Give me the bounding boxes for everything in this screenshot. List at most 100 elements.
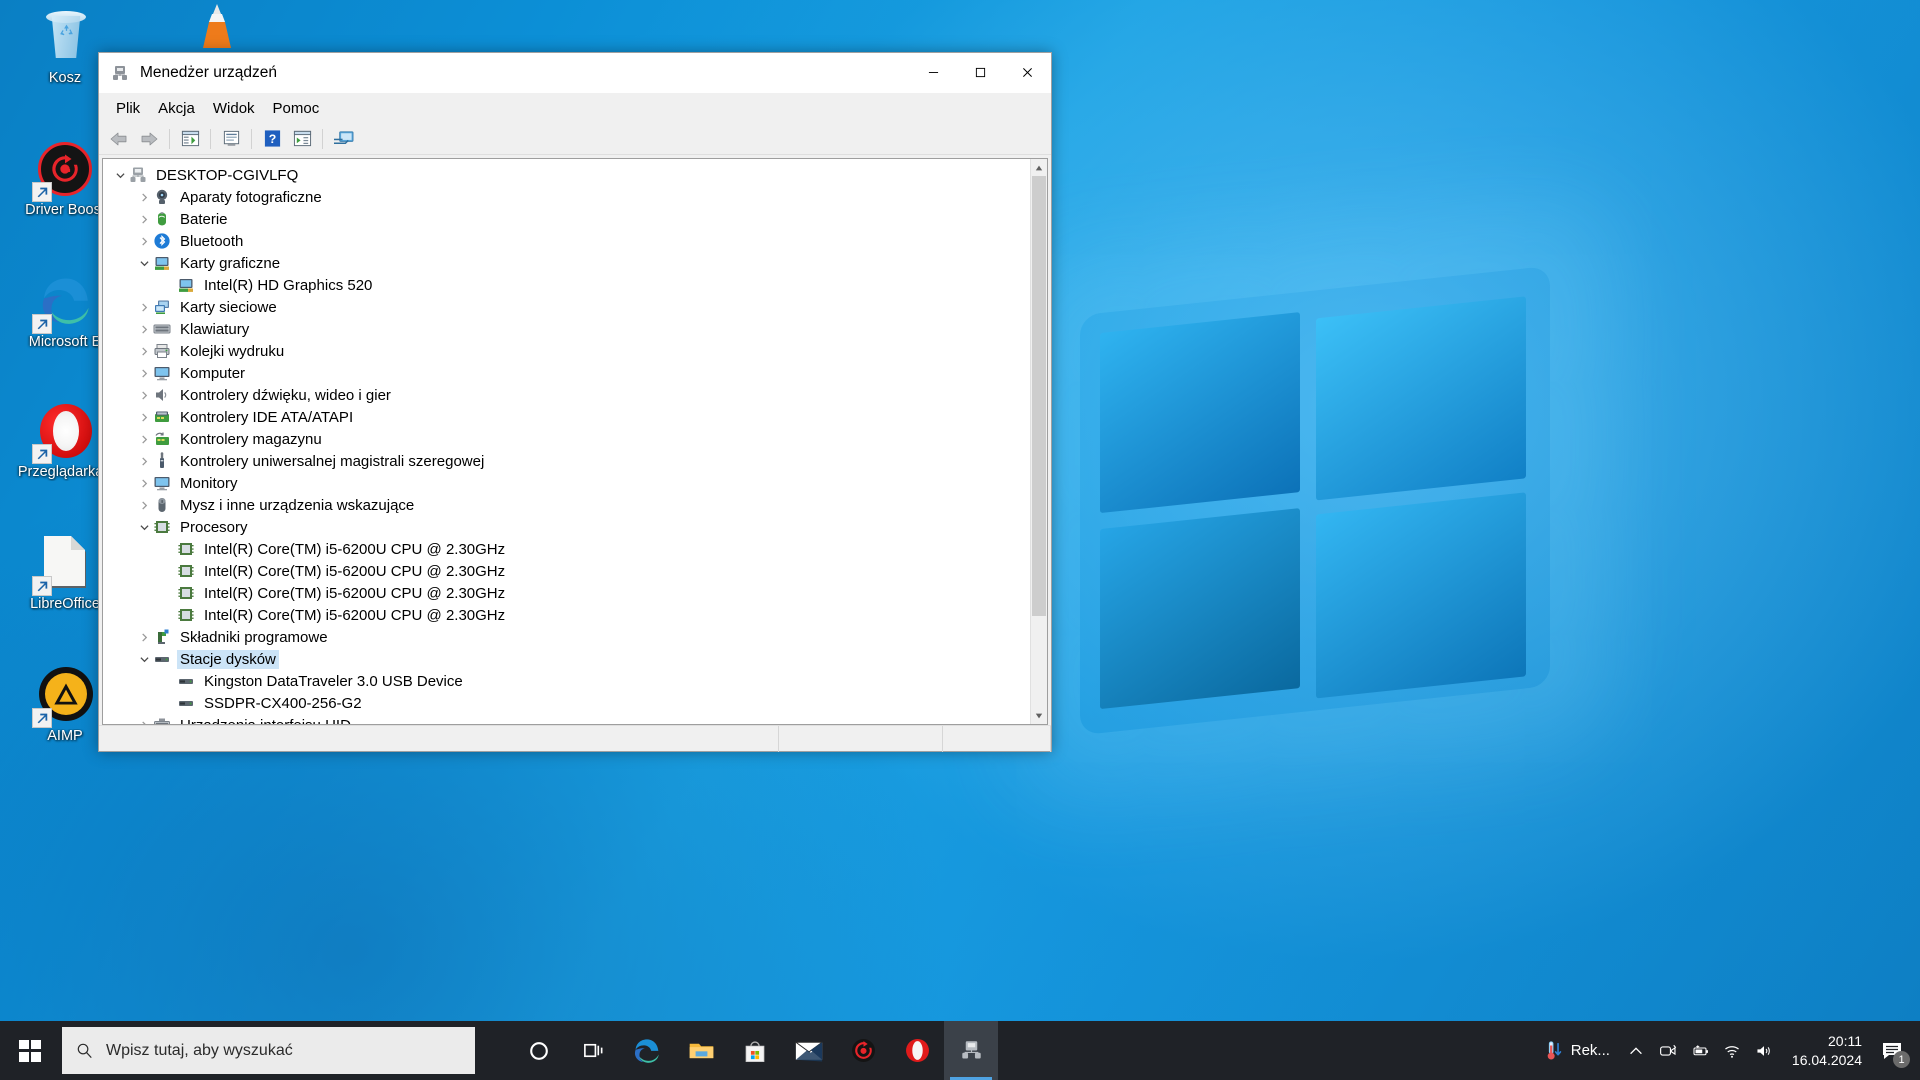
tree-item[interactable]: Klawiatury [111,318,1030,340]
microsoft-edge-icon [32,270,96,334]
chevron-right-icon[interactable] [135,452,153,470]
chevron-right-icon[interactable] [135,320,153,338]
tree-item[interactable]: Monitory [111,472,1030,494]
tree-item[interactable]: Kontrolery uniwersalnej magistrali szere… [111,450,1030,472]
maximize-button[interactable] [957,53,1004,93]
tree-item[interactable]: Intel(R) Core(TM) i5-6200U CPU @ 2.30GHz [111,582,1030,604]
device-tree[interactable]: DESKTOP-CGIVLFQ Aparaty fotograficzne Bate… [103,159,1030,724]
tree-item[interactable]: Intel(R) HD Graphics 520 [111,274,1030,296]
volume-tray-button[interactable] [1748,1021,1780,1080]
menu-item-plik[interactable]: Plik [107,96,149,121]
show-hidden-icons-button[interactable] [1620,1021,1652,1080]
tree-item[interactable]: Kontrolery IDE ATA/ATAPI [111,406,1030,428]
vertical-scrollbar[interactable] [1030,159,1047,724]
scroll-up-arrow[interactable] [1031,159,1047,176]
tree-item[interactable]: Intel(R) Core(TM) i5-6200U CPU @ 2.30GHz [111,560,1030,582]
taskbar-driver-booster[interactable] [836,1021,890,1080]
help-button[interactable]: ? [257,126,287,152]
taskbar-microsoft-edge[interactable] [620,1021,674,1080]
taskbar-file-explorer[interactable] [674,1021,728,1080]
chevron-down-icon[interactable] [135,254,153,272]
menu-item-akcja[interactable]: Akcja [149,96,204,121]
scrollbar-thumb[interactable] [1032,176,1046,616]
clock[interactable]: 20:11 16.04.2024 [1780,1021,1874,1080]
chevron-right-icon[interactable] [135,364,153,382]
tree-item-label: Procesory [180,518,248,536]
weather-widget[interactable]: Rek... [1528,1021,1620,1080]
keyboard-icon [153,320,171,338]
search-input[interactable]: Wpisz tutaj, aby wyszukać [62,1027,475,1074]
tree-item[interactable]: Aparaty fotograficzne [111,186,1030,208]
tree-item[interactable]: Baterie [111,208,1030,230]
update-driver-button[interactable] [287,126,317,152]
chevron-right-icon[interactable] [135,188,153,206]
tree-item[interactable]: Kingston DataTraveler 3.0 USB Device [111,670,1030,692]
action-center-button[interactable]: 1 [1874,1021,1916,1080]
menu-item-widok[interactable]: Widok [204,96,264,121]
chevron-right-icon[interactable] [135,342,153,360]
taskbar-task-view[interactable] [566,1021,620,1080]
chevron-right-icon[interactable] [135,496,153,514]
close-button[interactable] [1004,53,1051,93]
taskbar-mail[interactable] [782,1021,836,1080]
show-hide-console-tree-button[interactable] [175,126,205,152]
processor-icon [177,562,195,580]
tree-item[interactable]: Składniki programowe [111,626,1030,648]
chevron-right-icon[interactable] [135,430,153,448]
start-button[interactable] [0,1021,60,1080]
tree-item[interactable]: Kolejki wydruku [111,340,1030,362]
chevron-down-icon[interactable] [135,650,153,668]
tree-item[interactable]: Mysz i inne urządzenia wskazujące [111,494,1030,516]
chevron-right-icon[interactable] [135,474,153,492]
speaker-icon [153,386,171,404]
scrollbar-track[interactable] [1031,176,1047,707]
chevron-down-icon[interactable] [135,518,153,536]
tree-item[interactable]: Intel(R) Core(TM) i5-6200U CPU @ 2.30GHz [111,604,1030,626]
chevron-down-icon[interactable] [111,166,129,184]
device-manager-window: Menedżer urządzeń Plik Akcja Widok Pomoc [98,52,1052,752]
chevron-right-icon[interactable] [135,386,153,404]
tree-item-label: Składniki programowe [180,628,328,646]
tree-item[interactable]: Karty graficzne [111,252,1030,274]
window-titlebar[interactable]: Menedżer urządzeń [99,53,1051,93]
chevron-right-icon[interactable] [135,408,153,426]
taskbar-cortana[interactable] [512,1021,566,1080]
bluetooth-icon [153,232,171,250]
chevron-right-icon[interactable] [135,628,153,646]
camera-tray-button[interactable] [1652,1021,1684,1080]
taskbar-opera[interactable] [890,1021,944,1080]
tree-item[interactable]: Kontrolery magazynu [111,428,1030,450]
chevron-right-icon[interactable] [135,210,153,228]
tree-item[interactable]: Komputer [111,362,1030,384]
mail-icon [795,1041,823,1061]
tree-item[interactable]: Intel(R) Core(TM) i5-6200U CPU @ 2.30GHz [111,538,1030,560]
chevron-right-icon[interactable] [135,298,153,316]
back-button[interactable] [104,126,134,152]
tree-item[interactable]: Kontrolery dźwięku, wideo i gier [111,384,1030,406]
scroll-down-arrow[interactable] [1031,707,1047,724]
network-tray-button[interactable] [1716,1021,1748,1080]
forward-button[interactable] [134,126,164,152]
chevron-right-icon[interactable] [135,716,153,724]
shortcut-overlay-icon [32,708,52,728]
desktop-icon-vlc[interactable] [185,0,249,56]
scan-hardware-changes-button[interactable] [328,126,358,152]
taskbar-microsoft-store[interactable] [728,1021,782,1080]
taskbar-device-manager[interactable] [944,1021,998,1080]
tree-item[interactable]: Urządzenia interfejsu HID [111,714,1030,724]
tree-item[interactable]: Stacje dysków [111,648,1030,670]
processor-icon [177,606,195,624]
tree-item[interactable]: Bluetooth [111,230,1030,252]
tree-item[interactable]: SSDPR-CX400-256-G2 [111,692,1030,714]
tree-item-label: Komputer [180,364,246,382]
minimize-button[interactable] [910,53,957,93]
tree-item[interactable]: Procesory [111,516,1030,538]
tree-item[interactable]: DESKTOP-CGIVLFQ [111,164,1030,186]
tree-item-label: Bluetooth [180,232,244,250]
tree-item[interactable]: Karty sieciowe [111,296,1030,318]
battery-tray-button[interactable] [1684,1021,1716,1080]
chevron-right-icon[interactable] [135,232,153,250]
tree-item-label: Monitory [180,474,238,492]
properties-button[interactable] [216,126,246,152]
menu-item-pomoc[interactable]: Pomoc [264,96,329,121]
